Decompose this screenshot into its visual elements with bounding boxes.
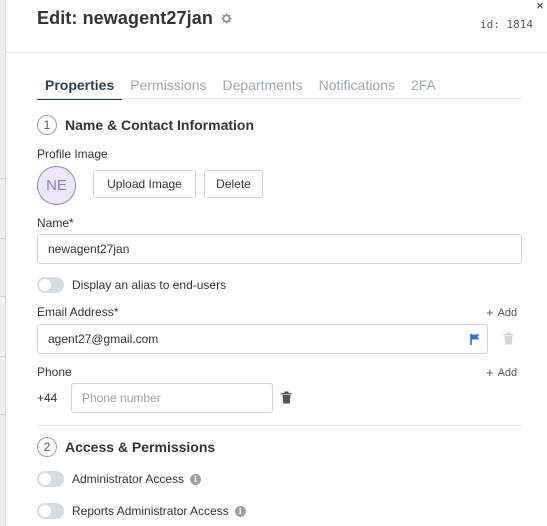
trash-icon[interactable] [503,332,514,345]
gear-icon[interactable] [220,12,233,25]
tab-notifications[interactable]: Notifications [311,77,403,100]
info-icon[interactable]: i [234,505,246,517]
plus-icon: + [486,305,494,320]
phone-field[interactable]: Phone number [71,383,273,413]
reports-admin-toggle[interactable] [37,503,64,519]
admin-access-toggle[interactable] [37,471,64,487]
section-access-header: 2 Access & Permissions [37,437,215,457]
trash-icon[interactable] [281,391,292,404]
alias-toggle-row: Display an alias to end-users [37,277,226,293]
section-contact-header: 1 Name & Contact Information [37,115,254,135]
country-code: +44 [37,391,58,405]
email-field[interactable]: agent27@gmail.com [37,324,488,354]
add-email-label: Add [497,306,518,319]
step-number: 2 [37,437,57,457]
profile-image-label: Profile Image [37,147,108,161]
phone-label: Phone [37,365,72,379]
step-number: 1 [37,115,57,135]
alias-toggle-label: Display an alias to end-users [72,278,227,292]
header-divider [6,52,547,53]
page-title: Edit: newagent27jan [37,8,213,28]
name-field[interactable]: newagent27jan [37,234,522,264]
tabs-divider [37,98,522,99]
upload-image-button[interactable]: Upload Image [93,170,196,198]
phone-placeholder: Phone number [82,391,161,405]
agent-id: id: 1814 [480,18,533,31]
add-phone-link[interactable]: + Add [486,365,517,380]
name-value: newagent27jan [48,242,130,256]
tab-departments[interactable]: Departments [215,77,311,100]
section-title: Access & Permissions [65,439,216,455]
edit-agent-panel: × Edit: newagent27jan id: 1814 Propertie… [6,0,547,526]
flag-icon[interactable] [469,333,481,345]
close-icon[interactable]: × [533,0,547,14]
admin-access-row: Administrator Access i [37,471,202,487]
info-icon[interactable]: i [190,473,202,485]
section-divider [37,425,522,426]
section-title: Name & Contact Information [65,117,255,133]
tab-permissions[interactable]: Permissions [122,77,214,100]
tab-properties[interactable]: Properties [37,77,123,100]
admin-access-label: Administrator Access [72,472,185,486]
add-email-link[interactable]: + Add [486,305,517,320]
tab-bar: Properties Permissions Departments Notif… [37,77,444,100]
header: Edit: newagent27jan [37,8,233,29]
avatar: NE [37,166,76,205]
tab-2fa[interactable]: 2FA [403,77,444,100]
email-value: agent27@gmail.com [48,332,159,346]
alias-toggle[interactable] [37,277,64,293]
delete-image-button[interactable]: Delete [204,170,263,198]
add-phone-label: Add [497,366,518,379]
plus-icon: + [486,365,494,380]
name-label: Name* [37,216,74,230]
email-label: Email Address* [37,305,119,319]
reports-admin-row: Reports Administrator Access i [37,503,246,519]
reports-admin-label: Reports Administrator Access [72,504,229,518]
